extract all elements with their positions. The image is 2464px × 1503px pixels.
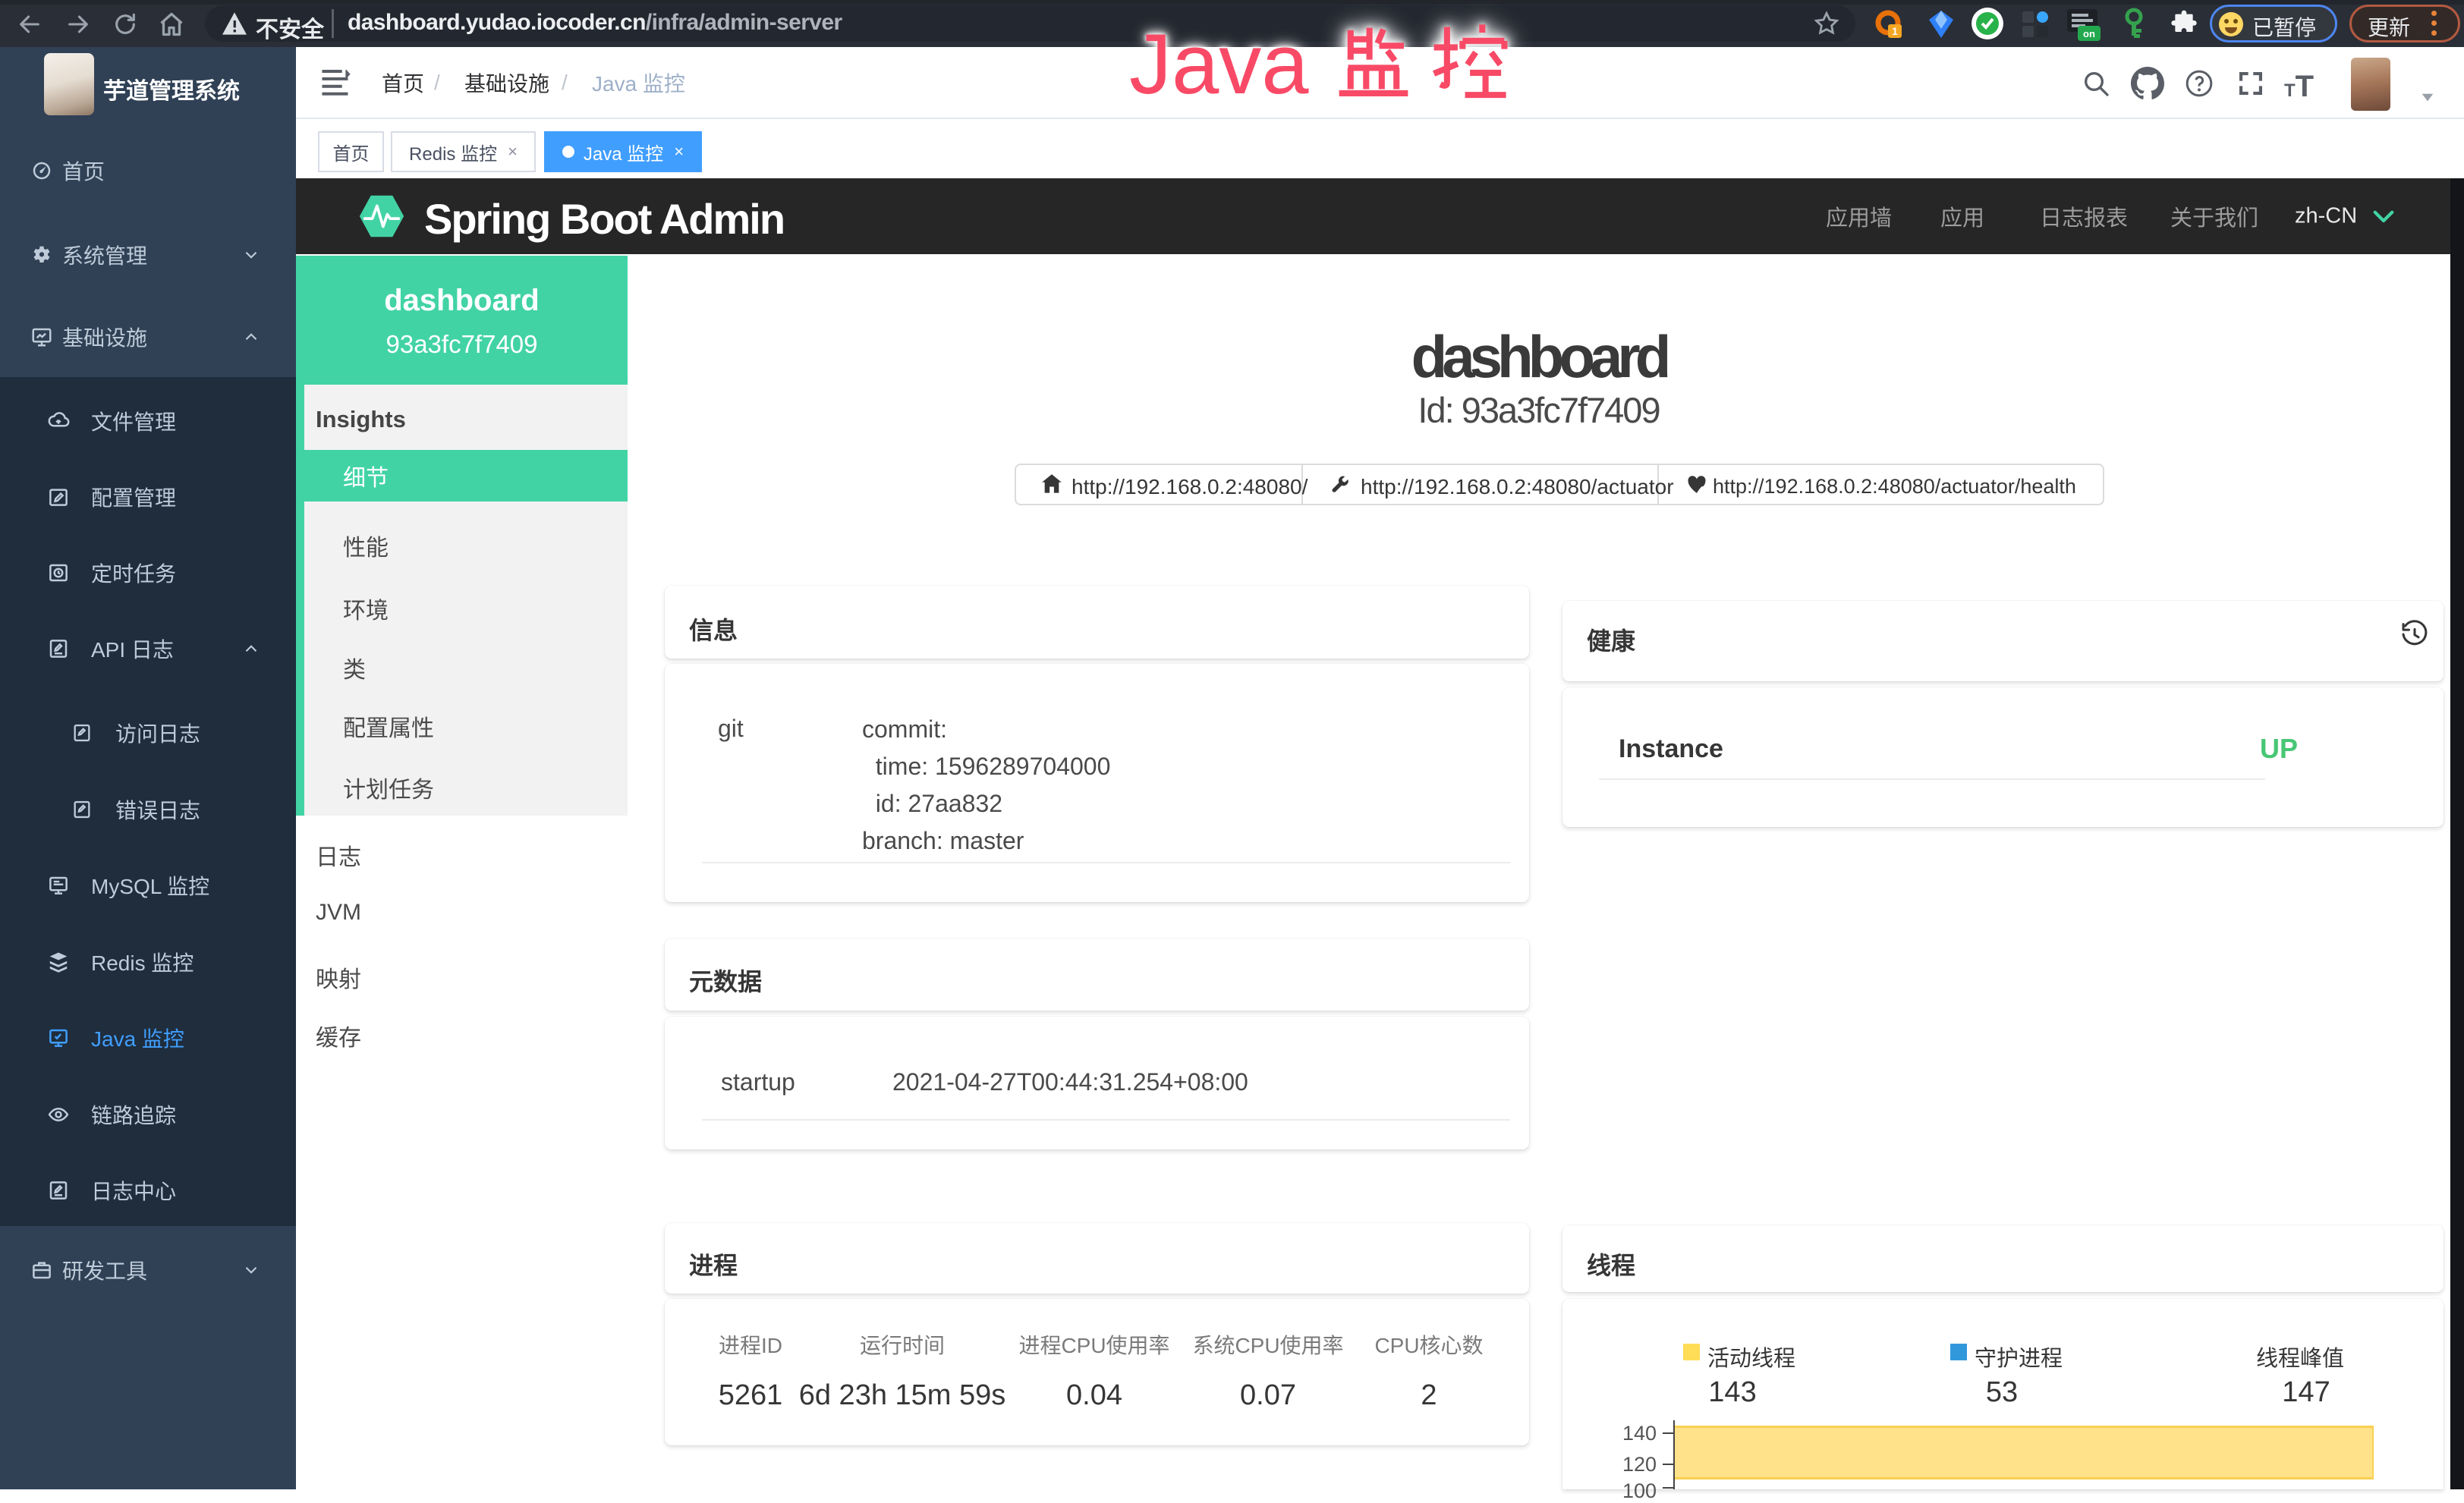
svg-text:on: on [2083,28,2095,39]
svg-text:1: 1 [1892,25,1898,37]
